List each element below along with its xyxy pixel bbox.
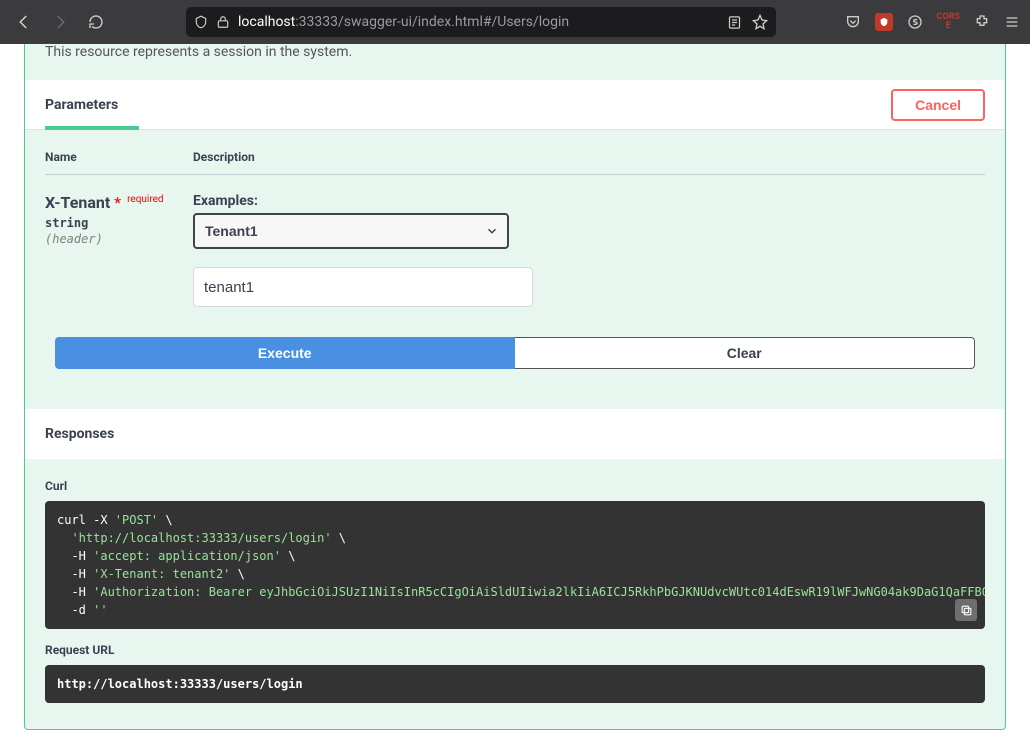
cors-icon[interactable]: CORSE: [937, 13, 960, 31]
lock-icon: [216, 15, 230, 29]
param-row: X-Tenant * required string (header) Exam…: [45, 193, 985, 307]
execute-row: Execute Clear: [55, 337, 975, 369]
back-button[interactable]: [10, 8, 38, 36]
extensions-icon[interactable]: [974, 14, 990, 30]
extension-icons: CORSE: [845, 13, 1020, 31]
request-url-block: http://localhost:33333/users/login: [45, 665, 985, 703]
page-content: This resource represents a session in th…: [0, 44, 1030, 730]
param-name-cell: X-Tenant * required string (header): [45, 193, 193, 307]
curl-title: Curl: [45, 479, 985, 493]
tab-indicator: [45, 126, 139, 130]
menu-icon[interactable]: [1004, 14, 1020, 30]
extension-s-icon[interactable]: [907, 14, 923, 30]
request-url-value: http://localhost:33333/users/login: [57, 677, 303, 691]
param-value-input[interactable]: [193, 267, 533, 307]
col-name-header: Name: [45, 150, 193, 164]
responses-title: Responses: [45, 426, 114, 442]
curl-block: curl -X 'POST' \ 'http://localhost:33333…: [45, 501, 985, 629]
clear-button[interactable]: Clear: [515, 337, 976, 369]
col-desc-header: Description: [193, 150, 985, 164]
parameters-title: Parameters: [45, 97, 118, 113]
execute-button[interactable]: Execute: [55, 337, 515, 369]
browser-toolbar: localhost:33333/swagger-ui/index.html#/U…: [0, 0, 1030, 44]
param-table-head: Name Description: [45, 150, 985, 175]
param-name: X-Tenant: [45, 193, 110, 212]
pocket-icon[interactable]: [845, 14, 861, 30]
param-desc-cell: Examples: Tenant1: [193, 193, 985, 307]
examples-select-wrap: Tenant1: [193, 213, 509, 249]
description-text: This resource represents a session in th…: [45, 44, 985, 60]
examples-select[interactable]: Tenant1: [193, 213, 509, 249]
reader-icon[interactable]: [727, 15, 742, 30]
responses-header: Responses: [25, 409, 1005, 459]
parameters-header: Parameters Cancel: [25, 80, 1005, 130]
url-text: localhost:33333/swagger-ui/index.html#/U…: [238, 14, 719, 30]
copy-icon[interactable]: [955, 599, 977, 621]
shield-icon: [194, 15, 208, 29]
url-bar[interactable]: localhost:33333/swagger-ui/index.html#/U…: [186, 7, 776, 37]
parameters-body: Name Description X-Tenant * required str…: [25, 130, 1005, 389]
operation-description: This resource represents a session in th…: [25, 44, 1005, 80]
examples-label: Examples:: [193, 193, 985, 209]
request-url-title: Request URL: [45, 643, 985, 657]
required-label: required: [127, 194, 163, 205]
param-type: string: [45, 216, 193, 230]
required-star: *: [114, 193, 121, 212]
responses-body: Curl curl -X 'POST' \ 'http://localhost:…: [25, 459, 1005, 723]
bookmark-icon[interactable]: [752, 14, 768, 30]
reload-button[interactable]: [82, 8, 110, 36]
param-in: (header): [45, 232, 193, 246]
cancel-button[interactable]: Cancel: [891, 89, 985, 121]
ublock-icon[interactable]: [875, 13, 893, 31]
operation-block: This resource represents a session in th…: [24, 44, 1006, 730]
forward-button[interactable]: [46, 8, 74, 36]
